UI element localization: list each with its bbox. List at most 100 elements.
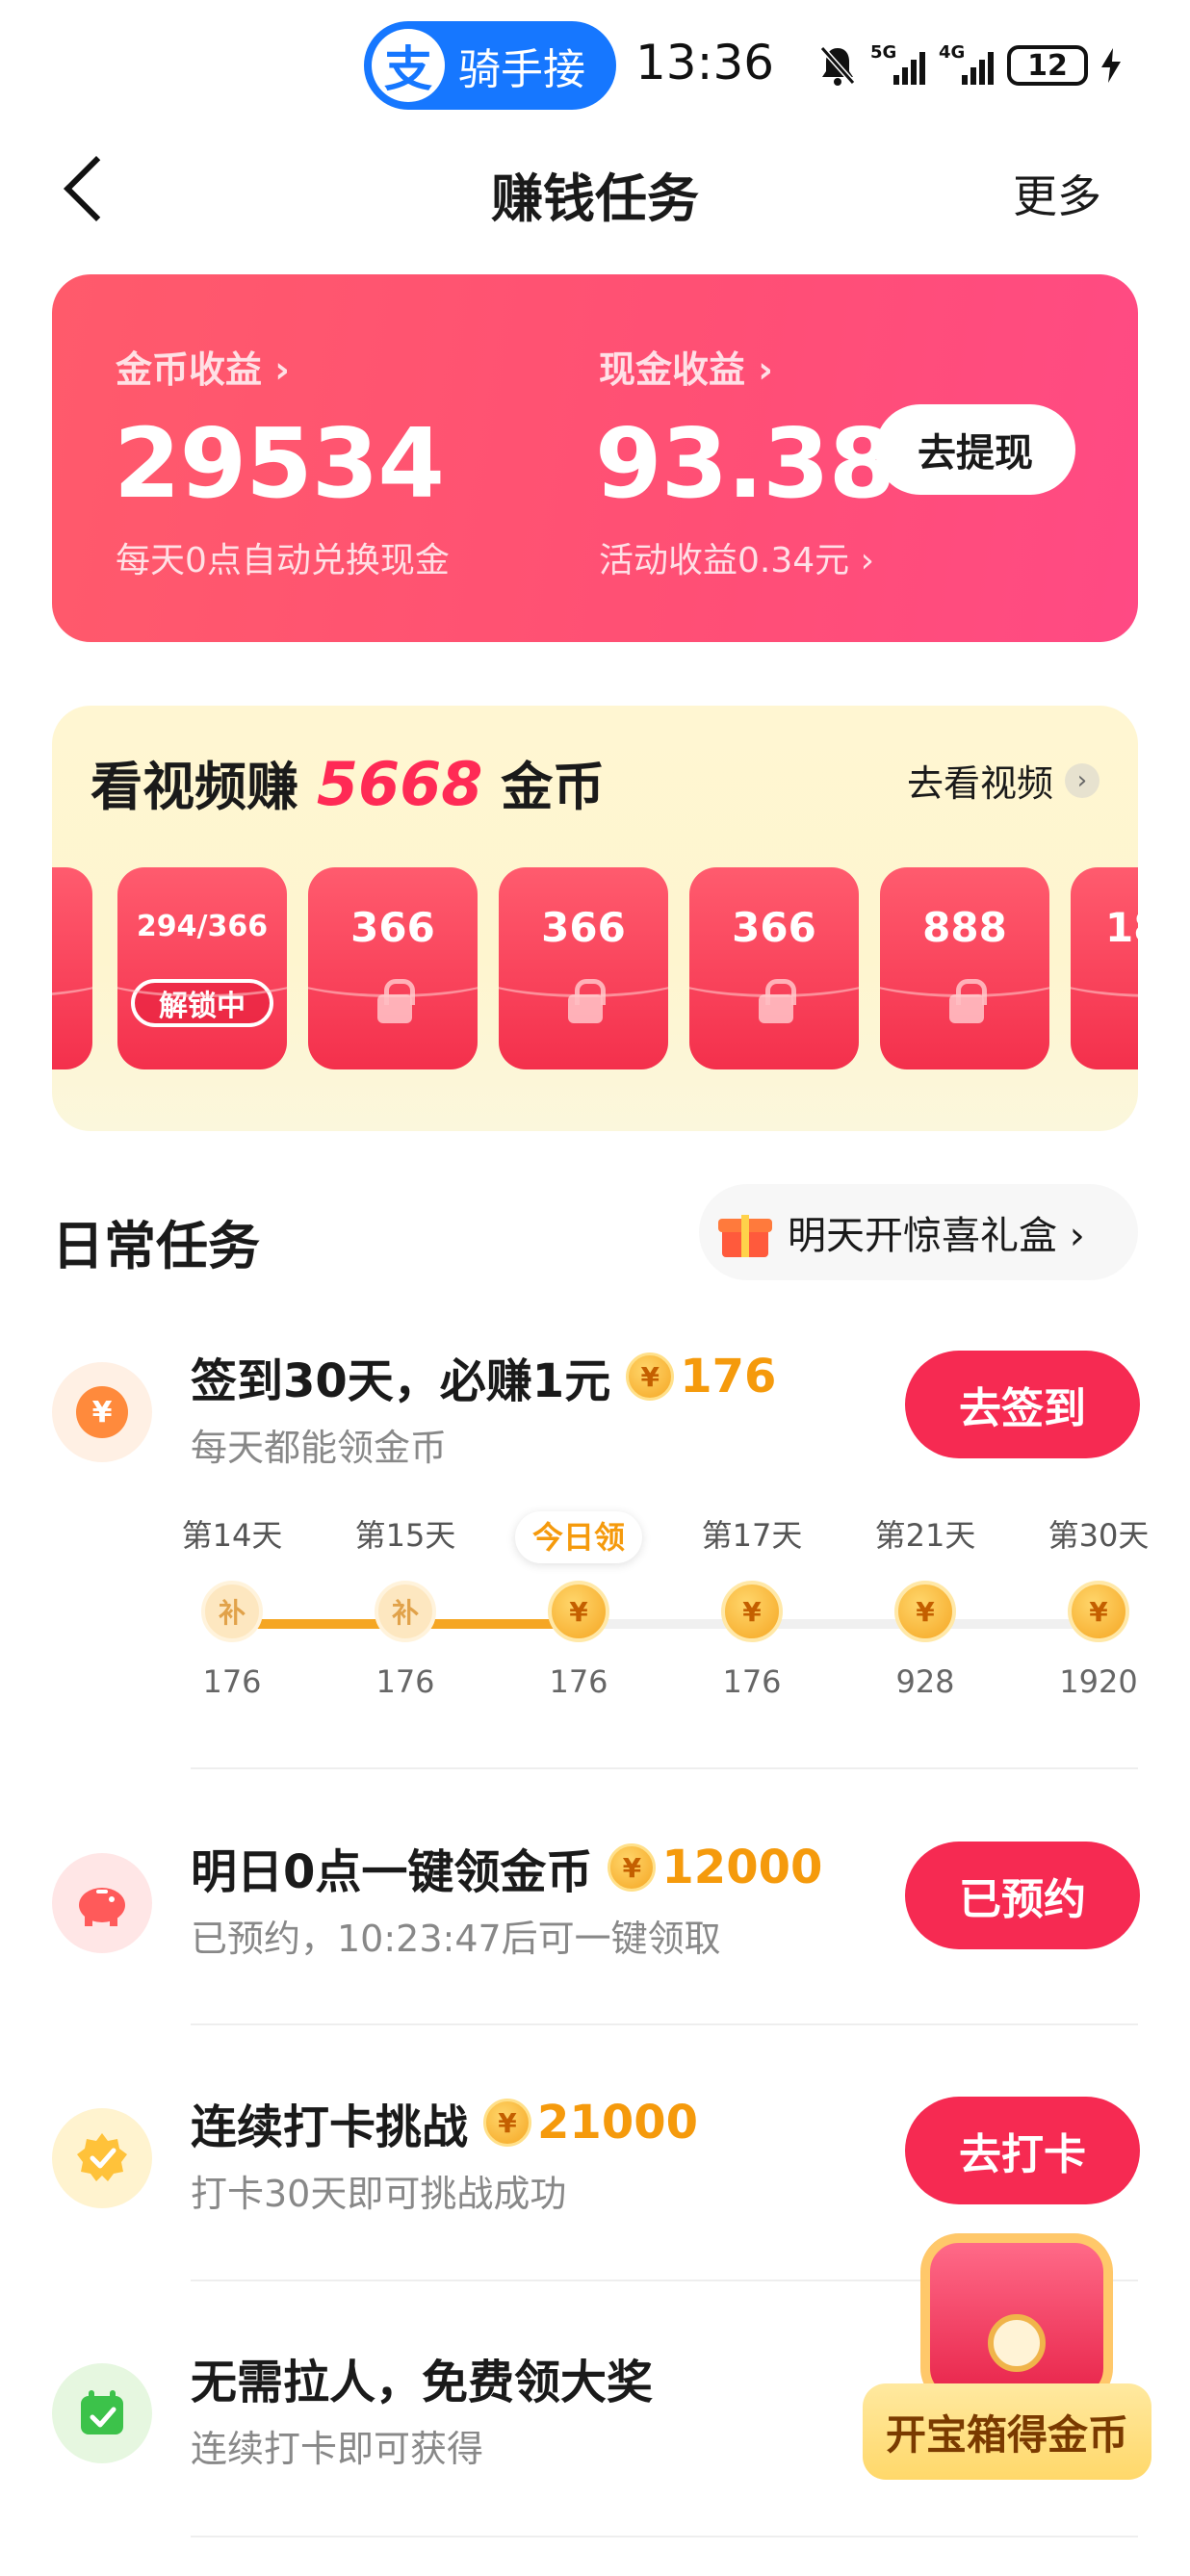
- video-reward-tile[interactable]: 366: [308, 867, 478, 1069]
- task-subtitle: 已预约，10:23:47后可一键领取: [191, 1918, 721, 1960]
- calendar-check-icon: [52, 2363, 152, 2463]
- task-title: 无需拉人，免费领大奖: [191, 2344, 653, 2411]
- checkin-button[interactable]: 去打卡: [905, 2097, 1140, 2204]
- task-tomorrow-coins: 明日0点一键领金币 ¥ 12000 已预约，10:23:47后可一键领取 已预约: [0, 1834, 1190, 2026]
- coin-icon: ¥: [483, 2099, 532, 2147]
- chest-lock-icon: [988, 2314, 1046, 2372]
- lock-icon: [949, 979, 987, 1023]
- task-coin-value: 176: [680, 1350, 777, 1404]
- tile-amount: 888: [922, 904, 1007, 951]
- cash-income-label[interactable]: 现金收益 ›: [599, 340, 773, 393]
- coin-icon: ¥: [721, 1581, 783, 1642]
- withdraw-button[interactable]: 去提现: [875, 404, 1075, 495]
- step-value: 176: [549, 1663, 608, 1700]
- task-title: 连续打卡挑战 ¥ 21000: [191, 2089, 698, 2156]
- more-button[interactable]: 更多: [1013, 162, 1101, 225]
- system-icons: 5G 4G 12: [818, 39, 1121, 92]
- signin-step: 第30天 ¥ 1920: [1031, 1511, 1166, 1700]
- step-value: 176: [375, 1663, 435, 1700]
- signal-5g-icon: 5G: [870, 42, 925, 85]
- tile-amount: 366: [541, 904, 626, 951]
- video-reward-tile[interactable]: 366: [499, 867, 668, 1069]
- step-value: 928: [895, 1663, 955, 1700]
- coin-income-value: 29534: [114, 407, 445, 520]
- coin-income-note: 每天0点自动兑换现金: [116, 541, 450, 580]
- signin-progress: 第14天 补 176 第15天 补 176 今日领 ¥ 176 第17天 ¥ 1…: [0, 1511, 1190, 1704]
- task-subtitle: 每天都能领金币: [191, 1427, 448, 1469]
- video-title-number: 5668: [316, 749, 483, 819]
- step-label-today: 今日领: [511, 1511, 646, 1563]
- chevron-right-icon: ›: [1065, 762, 1099, 798]
- task-title: 签到30天，必赚1元 ¥ 176: [191, 1343, 776, 1410]
- step-label: 第21天: [874, 1517, 976, 1554]
- video-title-suffix: 金币: [501, 757, 606, 817]
- mute-bell-icon: [819, 46, 856, 86]
- nav-header: 赚钱任务 更多: [0, 135, 1190, 241]
- divider: [191, 1767, 1138, 1769]
- makeup-coin-icon[interactable]: 补: [375, 1581, 436, 1642]
- step-label: 第15天: [354, 1517, 456, 1554]
- makeup-coin-icon[interactable]: 补: [201, 1581, 263, 1642]
- watch-video-link[interactable]: 去看视频 ›: [907, 754, 1099, 807]
- net-4g-label: 4G: [939, 42, 966, 63]
- step-value: 1920: [1059, 1663, 1138, 1700]
- task-coin-value: 12000: [661, 1841, 823, 1894]
- step-value: 176: [202, 1663, 262, 1700]
- task-signin: ¥ 签到30天，必赚1元 ¥ 176 每天都能领金币 去签到: [0, 1343, 1190, 1535]
- net-5g-label: 5G: [870, 42, 897, 63]
- signin-step: 第21天 ¥ 928: [858, 1511, 993, 1700]
- step-label: 第14天: [181, 1517, 283, 1554]
- income-card: 金币收益 › 29534 每天0点自动兑换现金 现金收益 › 93.38 活动收…: [52, 274, 1138, 642]
- step-value: 176: [722, 1663, 782, 1700]
- video-reward-tile[interactable]: 366: [689, 867, 859, 1069]
- step-label: 第17天: [701, 1517, 803, 1554]
- signin-step: 第15天 补 176: [338, 1511, 473, 1700]
- watch-video-card: 看视频赚 5668 金币 去看视频 › 294/366 解锁中 366 366 …: [52, 706, 1138, 1131]
- coin-task-icon: ¥: [52, 1362, 152, 1462]
- gift-box-text: 明天开惊喜礼盒 ›: [788, 1214, 1085, 1258]
- reserved-button[interactable]: 已预约: [905, 1842, 1140, 1949]
- alipay-icon: 支: [372, 29, 445, 102]
- charging-bolt-icon: [1101, 48, 1121, 83]
- video-reward-tile[interactable]: 888: [880, 867, 1049, 1069]
- alipay-rider-pill[interactable]: 支 骑手接: [364, 21, 616, 110]
- signin-step-today: 今日领 ¥ 176: [511, 1511, 646, 1700]
- surprise-gift-box-link[interactable]: 明天开惊喜礼盒 ›: [699, 1184, 1138, 1280]
- unlocking-badge: 解锁中: [131, 979, 273, 1027]
- page-title: 赚钱任务: [491, 168, 699, 229]
- task-subtitle: 打卡30天即可挑战成功: [191, 2173, 567, 2215]
- treasure-chest-label: 开宝箱得金币: [863, 2383, 1151, 2480]
- tile-amount: 366: [732, 904, 816, 951]
- treasure-chest-float[interactable]: 开宝箱得金币: [863, 2233, 1151, 2512]
- coin-icon: ¥: [1068, 1581, 1129, 1642]
- cash-income-value: 93.38: [595, 407, 895, 520]
- status-bar: 支 骑手接 13:36 5G 4G 12: [0, 0, 1190, 135]
- task-title-text: 明日0点一键领金币: [191, 1845, 593, 1899]
- clock: 13:36: [635, 35, 775, 90]
- signin-step: 第17天 ¥ 176: [685, 1511, 819, 1700]
- divider: [191, 2536, 1138, 2537]
- step-label: 第30天: [1048, 1517, 1150, 1554]
- coin-income-label[interactable]: 金币收益 ›: [116, 340, 290, 393]
- lock-icon: [568, 979, 606, 1023]
- coin-icon[interactable]: ¥: [548, 1581, 609, 1642]
- watch-video-link-label: 去看视频: [906, 762, 1053, 805]
- task-title: 明日0点一键领金币 ¥ 12000: [191, 1834, 822, 1901]
- video-card-title: 看视频赚 5668 金币: [91, 744, 605, 820]
- video-reward-tile[interactable]: 294/366 解锁中: [117, 867, 287, 1069]
- signin-step: 第14天 补 176: [165, 1511, 299, 1700]
- task-title-text: 无需拉人，免费领大奖: [191, 2356, 654, 2409]
- coin-icon: ¥: [608, 1843, 657, 1892]
- signin-button[interactable]: 去签到: [905, 1351, 1140, 1458]
- video-reward-tile[interactable]: 18: [1071, 867, 1138, 1069]
- tile-amount: 366: [350, 904, 435, 951]
- task-subtitle: 连续打卡即可获得: [191, 2428, 484, 2470]
- coin-icon: ¥: [626, 1352, 675, 1401]
- piggy-bank-icon: [52, 1853, 152, 1953]
- lock-icon: [377, 979, 415, 1023]
- task-coin-value: 21000: [537, 2096, 699, 2150]
- tile-amount: 18: [1105, 904, 1138, 951]
- battery-icon: 12: [1007, 45, 1088, 86]
- activity-income-link[interactable]: 活动收益0.34元 ›: [599, 532, 874, 582]
- video-reward-tile-previous: [52, 867, 92, 1069]
